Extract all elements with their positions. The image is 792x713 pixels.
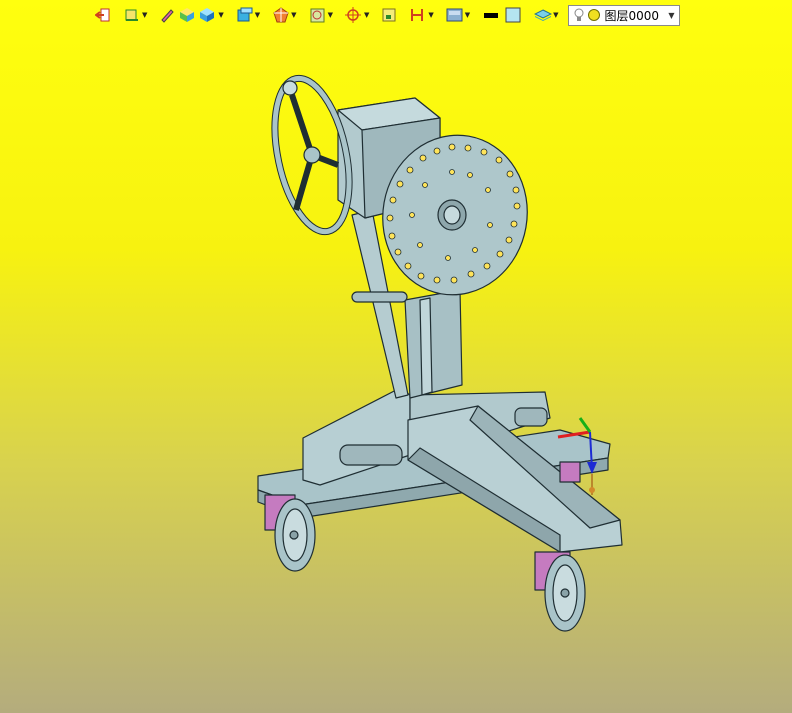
chevron-down-icon[interactable]: ▼ bbox=[465, 11, 470, 19]
caster-right bbox=[534, 551, 586, 632]
dimension-icon bbox=[411, 9, 424, 21]
column bbox=[404, 289, 463, 399]
view-cube-icon bbox=[237, 7, 253, 22]
chevron-down-icon[interactable]: ▼ bbox=[218, 11, 223, 19]
snap-button[interactable]: ▼ bbox=[344, 4, 370, 26]
fit-icon bbox=[382, 8, 396, 22]
chevron-down-icon[interactable]: ▼ bbox=[255, 11, 260, 19]
reference-icon bbox=[310, 8, 325, 23]
view-toolbar: ▼ ▼ ▼ ▼ ▼ ▼ ▼ ▼ ▼ 图层0000 ▼ bbox=[94, 3, 680, 27]
layer-tool-button[interactable]: ▼ bbox=[533, 4, 559, 26]
exit-icon bbox=[95, 8, 110, 22]
section-button[interactable]: ▼ bbox=[271, 4, 297, 26]
section-icon bbox=[273, 7, 289, 23]
chevron-down-icon[interactable]: ▼ bbox=[668, 11, 674, 20]
view-cube-button[interactable]: ▼ bbox=[235, 4, 261, 26]
welding-positioner-model[interactable] bbox=[257, 72, 623, 632]
render-button[interactable]: ▼ bbox=[445, 4, 471, 26]
dimension-button[interactable]: ▼ bbox=[408, 4, 434, 26]
fill-color-button[interactable] bbox=[503, 4, 523, 26]
wireframe-icon bbox=[125, 9, 138, 21]
caster-rear bbox=[559, 461, 581, 483]
layer-status-icon[interactable] bbox=[587, 8, 601, 22]
caster-left bbox=[264, 494, 316, 572]
solid-cube-icon bbox=[180, 8, 195, 22]
chevron-down-icon[interactable]: ▼ bbox=[328, 11, 333, 19]
sketch-button[interactable] bbox=[158, 4, 176, 26]
line-color-icon bbox=[484, 13, 499, 18]
line-color-button[interactable] bbox=[481, 4, 501, 26]
render-icon bbox=[446, 8, 463, 22]
layer-name: 图层0000 bbox=[604, 8, 660, 23]
layer-icon bbox=[534, 9, 553, 21]
exit-button[interactable] bbox=[94, 4, 112, 26]
chevron-down-icon[interactable]: ▼ bbox=[364, 11, 369, 19]
layer-select[interactable]: 图层0000 ▼ bbox=[567, 4, 680, 26]
chevron-down-icon[interactable]: ▼ bbox=[291, 11, 296, 19]
cube-icon bbox=[200, 8, 215, 22]
shaded-button[interactable]: ▼ bbox=[198, 4, 224, 26]
fit-button[interactable] bbox=[380, 4, 398, 26]
reference-button[interactable]: ▼ bbox=[308, 4, 334, 26]
wireframe-button[interactable]: ▼ bbox=[122, 4, 148, 26]
snap-icon bbox=[344, 7, 361, 23]
fill-color-icon bbox=[505, 7, 521, 23]
solid-button[interactable] bbox=[178, 4, 196, 26]
3d-viewport[interactable] bbox=[0, 0, 792, 713]
chevron-down-icon[interactable]: ▼ bbox=[142, 11, 147, 19]
chevron-down-icon[interactable]: ▼ bbox=[553, 11, 558, 19]
light-bulb-icon[interactable] bbox=[573, 8, 585, 22]
pencil-icon bbox=[161, 9, 175, 23]
chevron-down-icon[interactable]: ▼ bbox=[428, 11, 433, 19]
